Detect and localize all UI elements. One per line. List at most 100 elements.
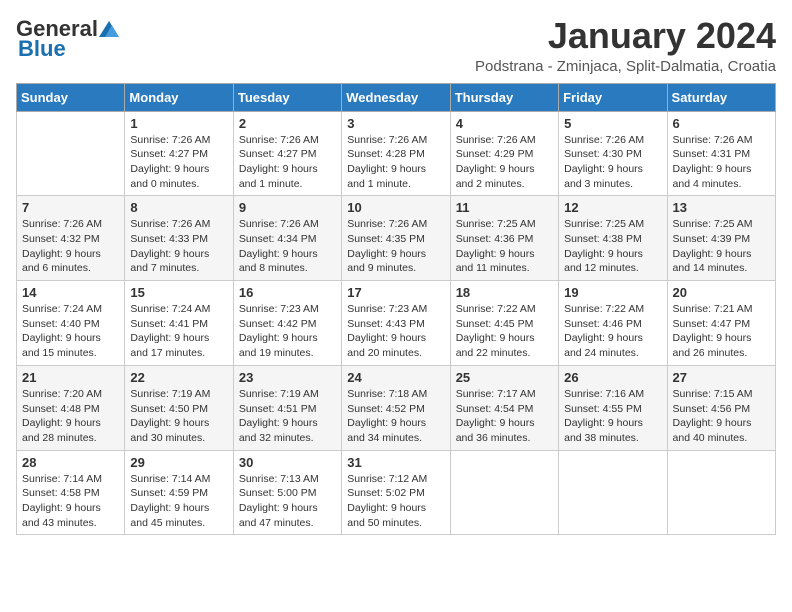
day-cell: 25 Sunrise: 7:17 AMSunset: 4:54 PMDayligh… [450, 365, 558, 450]
day-info: Sunrise: 7:19 AMSunset: 4:50 PMDaylight:… [130, 387, 227, 446]
day-info: Sunrise: 7:23 AMSunset: 4:43 PMDaylight:… [347, 302, 444, 361]
days-header-row: SundayMondayTuesdayWednesdayThursdayFrid… [17, 83, 776, 111]
day-cell: 9Sunrise: 7:26 AMSunset: 4:34 PMDaylight… [233, 196, 341, 281]
day-number: 12 [564, 200, 661, 215]
day-info: Sunrise: 7:21 AMSunset: 4:47 PMDaylight:… [673, 302, 770, 361]
day-cell: 14 Sunrise: 7:24 AMSunset: 4:40 PMDayligh… [17, 281, 125, 366]
day-info: Sunrise: 7:26 AMSunset: 4:34 PMDaylight:… [239, 217, 336, 276]
day-info: Sunrise: 7:25 AMSunset: 4:38 PMDaylight:… [564, 217, 661, 276]
day-info: Sunrise: 7:23 AMSunset: 4:42 PMDaylight:… [239, 302, 336, 361]
day-number: 29 [130, 455, 227, 470]
day-number: 19 [564, 285, 661, 300]
day-cell [559, 450, 667, 535]
day-info: Sunrise: 7:22 AMSunset: 4:45 PMDaylight:… [456, 302, 553, 361]
day-cell: 12 Sunrise: 7:25 AMSunset: 4:38 PMDayligh… [559, 196, 667, 281]
header-sunday: Sunday [17, 83, 125, 111]
calendar-title: January 2024 [475, 16, 776, 56]
day-info: Sunrise: 7:26 AMSunset: 4:28 PMDaylight:… [347, 133, 444, 192]
page-header: General Blue January 2024 Podstrana - Zm… [16, 16, 776, 75]
day-number: 22 [130, 370, 227, 385]
day-cell: 23 Sunrise: 7:19 AMSunset: 4:51 PMDayligh… [233, 365, 341, 450]
week-row-4: 21Sunrise: 7:20 AMSunset: 4:48 PMDayligh… [17, 365, 776, 450]
day-info: Sunrise: 7:16 AMSunset: 4:55 PMDaylight:… [564, 387, 661, 446]
day-number: 31 [347, 455, 444, 470]
day-cell: 11 Sunrise: 7:25 AMSunset: 4:36 PMDayligh… [450, 196, 558, 281]
day-number: 4 [456, 116, 553, 131]
day-info: Sunrise: 7:22 AMSunset: 4:46 PMDaylight:… [564, 302, 661, 361]
day-number: 11 [456, 200, 553, 215]
day-info: Sunrise: 7:15 AMSunset: 4:56 PMDaylight:… [673, 387, 770, 446]
day-number: 2 [239, 116, 336, 131]
header-thursday: Thursday [450, 83, 558, 111]
day-cell [450, 450, 558, 535]
day-number: 25 [456, 370, 553, 385]
day-number: 14 [22, 285, 119, 300]
day-cell: 8 Sunrise: 7:26 AMSunset: 4:33 PMDaylight… [125, 196, 233, 281]
day-cell: 2 Sunrise: 7:26 AMSunset: 4:27 PMDaylight… [233, 111, 341, 196]
header-tuesday: Tuesday [233, 83, 341, 111]
day-number: 21 [22, 370, 119, 385]
week-row-5: 28 Sunrise: 7:14 AMSunset: 4:58 PMDayligh… [17, 450, 776, 535]
day-info: Sunrise: 7:14 AMSunset: 4:59 PMDaylight:… [130, 472, 227, 531]
logo-icon [99, 21, 119, 37]
day-cell: 3Sunrise: 7:26 AMSunset: 4:28 PMDaylight… [342, 111, 450, 196]
day-number: 30 [239, 455, 336, 470]
day-cell: 21Sunrise: 7:20 AMSunset: 4:48 PMDayligh… [17, 365, 125, 450]
day-info: Sunrise: 7:19 AMSunset: 4:51 PMDaylight:… [239, 387, 336, 446]
day-info: Sunrise: 7:18 AMSunset: 4:52 PMDaylight:… [347, 387, 444, 446]
day-number: 10 [347, 200, 444, 215]
day-info: Sunrise: 7:25 AMSunset: 4:39 PMDaylight:… [673, 217, 770, 276]
week-row-1: 1 Sunrise: 7:26 AMSunset: 4:27 PMDaylight… [17, 111, 776, 196]
day-cell: 10 Sunrise: 7:26 AMSunset: 4:35 PMDayligh… [342, 196, 450, 281]
day-cell: 30 Sunrise: 7:13 AMSunset: 5:00 PMDayligh… [233, 450, 341, 535]
logo-blue: Blue [18, 36, 66, 62]
day-info: Sunrise: 7:25 AMSunset: 4:36 PMDaylight:… [456, 217, 553, 276]
day-cell: 22 Sunrise: 7:19 AMSunset: 4:50 PMDayligh… [125, 365, 233, 450]
calendar-subtitle: Podstrana - Zminjaca, Split-Dalmatia, Cr… [475, 58, 776, 75]
day-cell: 24Sunrise: 7:18 AMSunset: 4:52 PMDayligh… [342, 365, 450, 450]
day-number: 26 [564, 370, 661, 385]
day-info: Sunrise: 7:26 AMSunset: 4:35 PMDaylight:… [347, 217, 444, 276]
day-number: 23 [239, 370, 336, 385]
day-cell: 18Sunrise: 7:22 AMSunset: 4:45 PMDayligh… [450, 281, 558, 366]
day-info: Sunrise: 7:26 AMSunset: 4:33 PMDaylight:… [130, 217, 227, 276]
week-row-2: 7Sunrise: 7:26 AMSunset: 4:32 PMDaylight… [17, 196, 776, 281]
day-number: 16 [239, 285, 336, 300]
day-cell: 6Sunrise: 7:26 AMSunset: 4:31 PMDaylight… [667, 111, 775, 196]
day-cell: 17 Sunrise: 7:23 AMSunset: 4:43 PMDayligh… [342, 281, 450, 366]
day-info: Sunrise: 7:14 AMSunset: 4:58 PMDaylight:… [22, 472, 119, 531]
day-info: Sunrise: 7:26 AMSunset: 4:27 PMDaylight:… [239, 133, 336, 192]
title-block: January 2024 Podstrana - Zminjaca, Split… [475, 16, 776, 75]
header-saturday: Saturday [667, 83, 775, 111]
day-cell: 29 Sunrise: 7:14 AMSunset: 4:59 PMDayligh… [125, 450, 233, 535]
day-cell: 27 Sunrise: 7:15 AMSunset: 4:56 PMDayligh… [667, 365, 775, 450]
day-info: Sunrise: 7:24 AMSunset: 4:41 PMDaylight:… [130, 302, 227, 361]
day-cell: 4Sunrise: 7:26 AMSunset: 4:29 PMDaylight… [450, 111, 558, 196]
header-monday: Monday [125, 83, 233, 111]
week-row-3: 14 Sunrise: 7:24 AMSunset: 4:40 PMDayligh… [17, 281, 776, 366]
calendar-table: SundayMondayTuesdayWednesdayThursdayFrid… [16, 83, 776, 536]
day-info: Sunrise: 7:26 AMSunset: 4:31 PMDaylight:… [673, 133, 770, 192]
day-cell [17, 111, 125, 196]
day-cell: 1Sunrise: 7:26 AMSunset: 4:27 PMDaylight… [125, 111, 233, 196]
day-number: 20 [673, 285, 770, 300]
day-number: 17 [347, 285, 444, 300]
day-number: 1 [130, 116, 227, 131]
day-number: 13 [673, 200, 770, 215]
day-number: 15 [130, 285, 227, 300]
day-cell [667, 450, 775, 535]
day-number: 8 [130, 200, 227, 215]
day-cell: 28 Sunrise: 7:14 AMSunset: 4:58 PMDayligh… [17, 450, 125, 535]
day-info: Sunrise: 7:17 AMSunset: 4:54 PMDaylight:… [456, 387, 553, 446]
day-info: Sunrise: 7:13 AMSunset: 5:00 PMDaylight:… [239, 472, 336, 531]
day-info: Sunrise: 7:26 AMSunset: 4:32 PMDaylight:… [22, 217, 119, 276]
day-number: 28 [22, 455, 119, 470]
day-info: Sunrise: 7:24 AMSunset: 4:40 PMDaylight:… [22, 302, 119, 361]
header-wednesday: Wednesday [342, 83, 450, 111]
day-cell: 15 Sunrise: 7:24 AMSunset: 4:41 PMDayligh… [125, 281, 233, 366]
logo: General Blue [16, 16, 120, 62]
day-cell: 20 Sunrise: 7:21 AMSunset: 4:47 PMDayligh… [667, 281, 775, 366]
day-info: Sunrise: 7:12 AMSunset: 5:02 PMDaylight:… [347, 472, 444, 531]
day-cell: 19 Sunrise: 7:22 AMSunset: 4:46 PMDayligh… [559, 281, 667, 366]
day-number: 27 [673, 370, 770, 385]
